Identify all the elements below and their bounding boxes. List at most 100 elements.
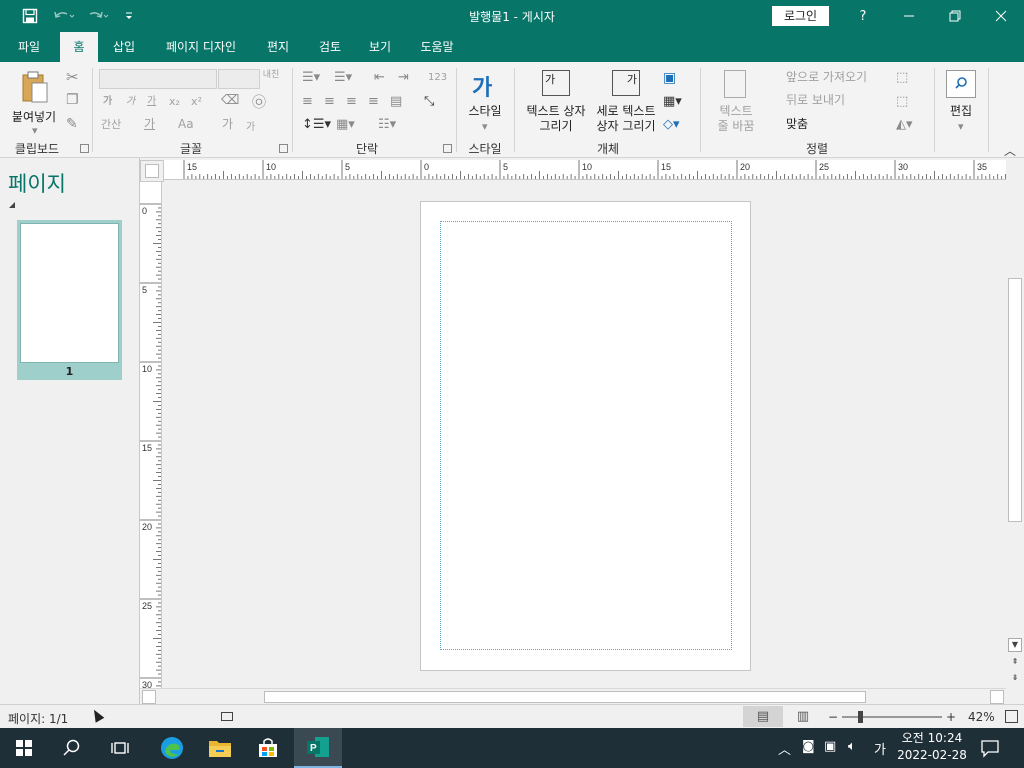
align-center-icon[interactable]: ≡: [324, 94, 335, 109]
help-button[interactable]: ?: [840, 0, 886, 32]
login-button[interactable]: 로그인: [772, 6, 829, 26]
workspace[interactable]: [164, 182, 1006, 688]
clipboard-launcher-icon[interactable]: [80, 144, 89, 153]
zoom-out-button[interactable]: −: [828, 710, 838, 724]
underline-button[interactable]: 가: [147, 94, 156, 109]
zoom-slider[interactable]: [842, 711, 942, 723]
superscript-button[interactable]: x²: [191, 94, 202, 109]
numbering-icon[interactable]: ☰▾: [334, 70, 352, 85]
close-button[interactable]: [978, 0, 1024, 32]
grow-font-button[interactable]: 가: [222, 117, 233, 132]
tab-help[interactable]: 도움말: [412, 32, 462, 62]
increase-indent-icon[interactable]: ⇥: [398, 70, 409, 85]
justify-icon[interactable]: ≡: [368, 94, 379, 109]
paste-button[interactable]: 붙여넣기 ▾: [4, 68, 62, 138]
editing-button[interactable]: 편집 ▾: [940, 68, 982, 138]
zoom-in-button[interactable]: +: [946, 710, 956, 724]
font-size-box[interactable]: [218, 69, 260, 89]
shrink-font-button[interactable]: 가: [246, 120, 255, 135]
shading-icon[interactable]: ▦▾: [336, 117, 355, 132]
shapes-icon[interactable]: ◇▾: [663, 117, 680, 132]
cut-icon[interactable]: ✂: [66, 68, 79, 86]
table-icon[interactable]: ▦▾: [663, 94, 682, 109]
page-thumbnail[interactable]: 1: [17, 220, 122, 380]
font-color-button[interactable]: 가: [144, 117, 155, 132]
notification-button[interactable]: [980, 738, 1000, 758]
vertical-ruler[interactable]: 0 5 10 15 20 25 30: [140, 182, 162, 688]
collapse-triangle-icon[interactable]: [9, 202, 15, 208]
collapse-ribbon-icon[interactable]: ︿: [1004, 142, 1016, 159]
fit-page-icon[interactable]: [1005, 710, 1018, 723]
ungroup-icon[interactable]: ⬚: [896, 94, 908, 109]
number-format-button[interactable]: 123: [428, 70, 447, 85]
send-backward-button[interactable]: 뒤로 보내기: [768, 93, 845, 108]
paragraph-launcher-icon[interactable]: [443, 144, 452, 153]
character-border-icon[interactable]: ㉧: [252, 92, 266, 112]
picture-icon[interactable]: ▣: [663, 70, 676, 86]
wrap-text-button[interactable]: 텍스트 줄 바꿈: [706, 68, 764, 138]
align-right-icon[interactable]: ≡: [346, 94, 357, 109]
horizontal-scroll-thumb[interactable]: [264, 691, 866, 703]
scroll-right-box[interactable]: [990, 690, 1004, 704]
two-page-view-button[interactable]: ▥: [788, 706, 818, 727]
columns-icon[interactable]: ☷▾: [378, 117, 396, 132]
horizontal-scrollbar[interactable]: [140, 688, 1006, 704]
rotate-icon[interactable]: ◭▾: [896, 117, 913, 132]
tab-home[interactable]: 홈: [60, 32, 98, 62]
tab-page-design[interactable]: 페이지 디자인: [156, 32, 246, 62]
horizontal-ruler[interactable]: 15 10 5 0 5 10 15 20 25 30 35: [164, 160, 1006, 180]
bullets-icon[interactable]: ☰▾: [302, 70, 320, 85]
meet-now-icon[interactable]: ◙: [802, 739, 815, 754]
zoom-slider-thumb[interactable]: [858, 711, 863, 723]
publication-page[interactable]: [420, 201, 751, 671]
font-launcher-icon[interactable]: [279, 144, 288, 153]
zoom-level[interactable]: 42%: [968, 710, 995, 724]
align-button[interactable]: 맞춤: [768, 117, 808, 132]
vertical-scrollbar[interactable]: ▼ ⇞ ⇟: [1006, 182, 1024, 688]
file-explorer-button[interactable]: [196, 728, 244, 768]
tab-view[interactable]: 보기: [360, 32, 400, 62]
network-icon[interactable]: ▣: [824, 739, 836, 754]
copy-icon[interactable]: ❐: [66, 92, 79, 108]
subscript-button[interactable]: x₂: [169, 94, 180, 109]
distribute-icon[interactable]: ▤: [390, 94, 402, 109]
format-painter-icon[interactable]: ✎: [66, 116, 78, 132]
bold-button[interactable]: 가: [103, 94, 112, 109]
publisher-taskbar-button[interactable]: P: [294, 728, 342, 768]
volume-icon[interactable]: 🔈︎: [848, 739, 856, 754]
store-button[interactable]: [244, 728, 292, 768]
start-button[interactable]: [0, 728, 48, 768]
bring-forward-button[interactable]: 앞으로 가져오기: [768, 70, 867, 85]
text-direction-icon[interactable]: ⤡: [424, 94, 434, 109]
clock[interactable]: 오전 10:24 2022-02-28: [892, 730, 972, 764]
next-page-icon[interactable]: ⇟: [1008, 672, 1022, 686]
align-left-icon[interactable]: ≡: [302, 94, 313, 109]
draw-textbox-button[interactable]: 가 텍스트 상자 그리기: [520, 68, 590, 138]
edge-button[interactable]: [148, 728, 196, 768]
italic-button[interactable]: 가: [126, 94, 135, 109]
styles-button[interactable]: 가 스타일 ▾: [460, 68, 510, 138]
search-button[interactable]: [48, 728, 96, 768]
line-spacing-icon[interactable]: ↕☰▾: [302, 117, 331, 132]
minimize-button[interactable]: [886, 0, 932, 32]
tab-insert[interactable]: 삽입: [104, 32, 144, 62]
single-page-view-button[interactable]: ▤: [743, 706, 783, 727]
change-case-button[interactable]: Aa: [178, 117, 194, 132]
vertical-scroll-thumb[interactable]: [1008, 278, 1022, 522]
decrease-indent-icon[interactable]: ⇤: [374, 70, 385, 85]
restore-button[interactable]: [932, 0, 978, 32]
font-name-box[interactable]: [99, 69, 217, 89]
ime-indicator[interactable]: 가: [874, 739, 886, 758]
draw-vertical-textbox-button[interactable]: 가 세로 텍스트 상자 그리기: [590, 68, 660, 138]
show-hidden-icons-icon[interactable]: ︿: [778, 739, 791, 758]
character-spacing-button[interactable]: 간산: [101, 117, 121, 132]
tab-review[interactable]: 검토: [310, 32, 350, 62]
scroll-down-icon[interactable]: ▼: [1008, 638, 1022, 652]
scroll-left-box[interactable]: [142, 690, 156, 704]
group-icon[interactable]: ⬚: [896, 70, 908, 85]
tab-file[interactable]: 파일: [6, 32, 52, 62]
previous-page-icon[interactable]: ⇞: [1008, 656, 1022, 670]
tab-mailings[interactable]: 편지: [258, 32, 298, 62]
clear-format-icon[interactable]: ⌫: [221, 93, 239, 108]
task-view-button[interactable]: [96, 728, 144, 768]
